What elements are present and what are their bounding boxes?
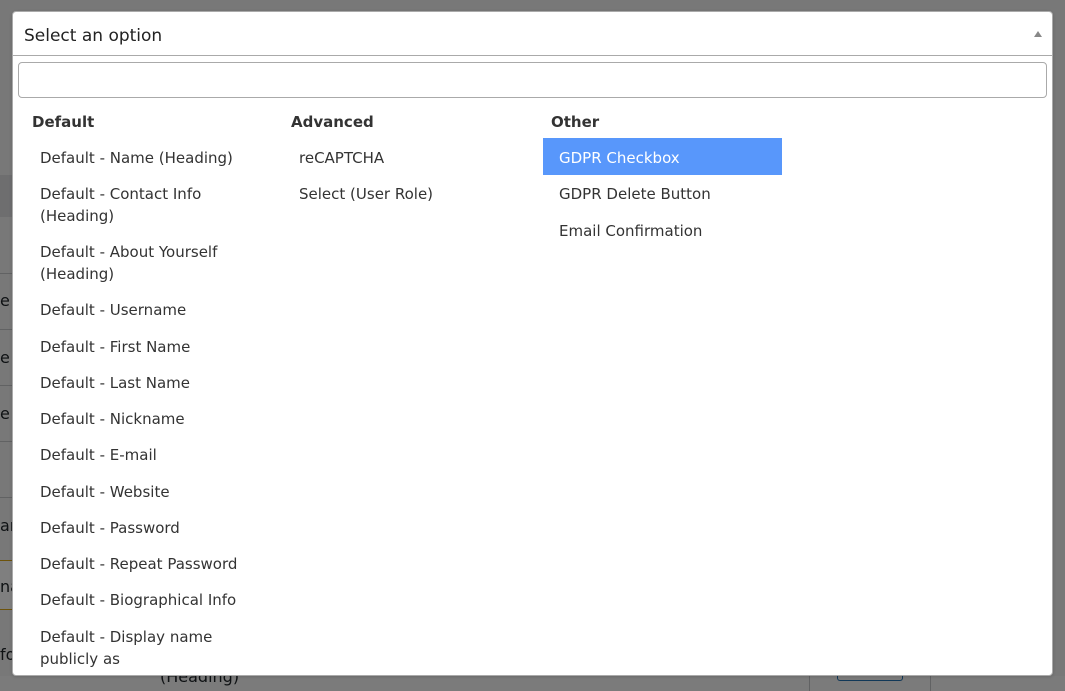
option-recaptcha[interactable]: reCAPTCHA	[291, 147, 531, 169]
option-default-repeat-password[interactable]: Default - Repeat Password	[32, 553, 272, 575]
option-default-password[interactable]: Default - Password	[32, 517, 272, 539]
group-heading-default: Default	[32, 113, 95, 131]
search-input[interactable]	[18, 62, 1047, 98]
option-select-user-role[interactable]: Select (User Role)	[291, 183, 531, 205]
option-gdpr-delete-button[interactable]: GDPR Delete Button	[551, 183, 791, 205]
field-select-dropdown: Select an option Default Default - Name …	[12, 11, 1053, 676]
option-default-last-name[interactable]: Default - Last Name	[32, 372, 272, 394]
group-heading-other: Other	[551, 113, 600, 131]
select-box[interactable]: Select an option	[13, 12, 1052, 56]
option-default-first-name[interactable]: Default - First Name	[32, 336, 272, 358]
option-default-display-name[interactable]: Default - Display name publicly as	[32, 626, 272, 670]
group-heading-advanced: Advanced	[291, 113, 374, 131]
option-default-name-heading[interactable]: Default - Name (Heading)	[32, 147, 272, 169]
option-default-username[interactable]: Default - Username	[32, 299, 272, 321]
option-default-nickname[interactable]: Default - Nickname	[32, 408, 272, 430]
option-default-email[interactable]: Default - E-mail	[32, 444, 272, 466]
option-default-about-yourself-heading[interactable]: Default - About Yourself (Heading)	[32, 241, 272, 285]
option-default-website[interactable]: Default - Website	[32, 481, 272, 503]
option-email-confirmation[interactable]: Email Confirmation	[551, 220, 791, 242]
option-default-contact-info-heading[interactable]: Default - Contact Info (Heading)	[32, 183, 272, 227]
arrow-up-icon[interactable]	[1034, 31, 1042, 37]
option-gdpr-checkbox[interactable]: GDPR Checkbox	[543, 138, 782, 175]
selected-value: Select an option	[24, 26, 163, 46]
option-default-biographical-info[interactable]: Default - Biographical Info	[32, 589, 272, 611]
